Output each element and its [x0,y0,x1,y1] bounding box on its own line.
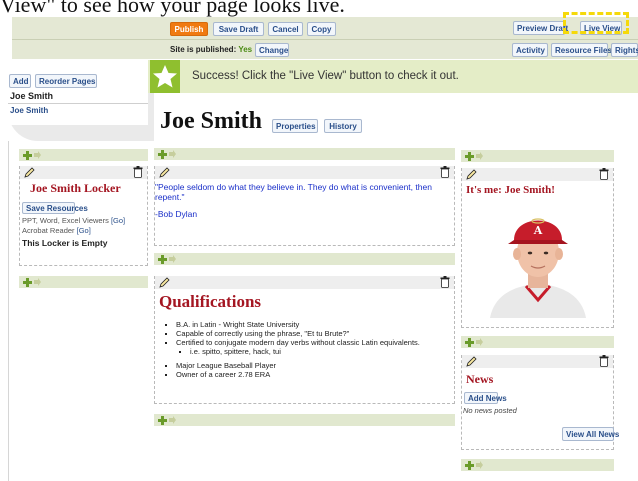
add-content-bar[interactable] [19,149,148,161]
trash-icon[interactable] [599,168,609,180]
activity-button[interactable]: Activity [512,43,548,57]
acrobat-go-link[interactable]: [Go] [77,226,91,235]
add-content-icon[interactable] [158,415,176,425]
add-page-button[interactable]: Add [9,74,31,88]
list-item: Certified to conjugate modern day verbs … [176,338,455,356]
block-header [462,168,613,181]
preview-draft-button[interactable]: Preview Draft [513,21,568,35]
rights-button[interactable]: Rights [611,43,638,57]
add-content-bar[interactable] [154,414,455,426]
add-content-icon[interactable] [465,337,483,347]
sidebar-heading: Joe Smith [10,91,54,101]
pencil-icon[interactable] [24,167,35,178]
sidebar-divider [8,103,148,104]
pencil-icon[interactable] [466,356,477,367]
pencil-icon[interactable] [159,167,170,178]
no-news-text: No news posted [463,406,517,415]
quote-block [154,166,455,246]
add-content-icon[interactable] [158,254,176,264]
add-content-bar[interactable] [154,253,455,265]
add-content-icon[interactable] [23,150,41,160]
change-button[interactable]: Change [255,43,289,57]
properties-button[interactable]: Properties [272,119,318,133]
acrobat-line: Acrobat Reader [Go] [22,226,91,235]
add-content-icon[interactable] [465,460,483,470]
column-divider [8,141,9,481]
qualifications-list: B.A. in Latin - Wright State University … [160,320,455,379]
toolbar-divider [12,39,638,40]
list-item: Major League Baseball Player [176,361,455,370]
quote-author: -Bob Dylan [155,209,198,219]
live-view-highlight [563,12,629,34]
published-label: Site is published: Yes [170,45,253,54]
list-item: Owner of a career 2.78 ERA [176,370,455,379]
list-item: i.e. spitto, spittere, hack, tui [190,347,455,356]
news-title: News [466,372,494,386]
block-header [155,276,454,289]
block-header [155,166,454,179]
view-all-news-button[interactable]: View All News [562,427,619,441]
cancel-button[interactable]: Cancel [268,22,303,36]
add-content-bar[interactable] [461,459,614,471]
add-content-bar[interactable] [461,336,614,348]
page-title: Joe Smith [160,108,262,134]
add-content-icon[interactable] [158,149,176,159]
history-button[interactable]: History [324,119,362,133]
add-content-icon[interactable] [465,151,483,161]
trash-icon[interactable] [599,355,609,367]
success-message: Success! Click the "Live View" button to… [192,70,459,82]
success-star-icon [150,60,180,93]
viewers-go-link[interactable]: [Go] [111,216,125,225]
published-value: Yes [238,45,253,54]
list-item: B.A. in Latin - Wright State University [176,320,455,329]
pencil-icon[interactable] [466,169,477,180]
block-header [20,166,147,179]
profile-title: It's me: Joe Smith! [466,184,555,196]
qualifications-title: Qualifications [159,292,262,311]
trash-icon[interactable] [440,276,450,288]
pencil-icon[interactable] [159,277,170,288]
add-content-bar[interactable] [19,276,148,288]
quote-text: "People seldom do what they believe in. … [155,182,432,202]
profile-photo: A [478,200,598,318]
svg-text:A: A [533,224,543,237]
add-content-icon[interactable] [23,277,41,287]
resource-files-button[interactable]: Resource Files [551,43,612,57]
trash-icon[interactable] [133,166,143,178]
locker-empty-text: This Locker is Empty [22,238,108,248]
copy-button[interactable]: Copy [307,22,336,36]
block-header [462,355,613,368]
reorder-pages-button[interactable]: Reorder Pages [35,74,97,88]
trash-icon[interactable] [440,166,450,178]
page-caption: View" to see how your page looks live. [0,0,345,17]
add-content-bar[interactable] [461,150,614,162]
save-draft-button[interactable]: Save Draft [213,22,264,36]
locker-title: Joe Smith Locker [30,181,121,195]
publish-button[interactable]: Publish [170,22,208,36]
sidebar-item-joe-smith[interactable]: Joe Smith [10,106,48,115]
add-news-button[interactable]: Add News [464,392,507,404]
add-content-bar[interactable] [154,148,455,160]
save-resources-button[interactable]: Save Resources [22,202,88,214]
viewers-line: PPT, Word, Excel Viewers [Go] [22,216,126,225]
list-item: Capable of correctly using the phrase, "… [176,329,455,338]
